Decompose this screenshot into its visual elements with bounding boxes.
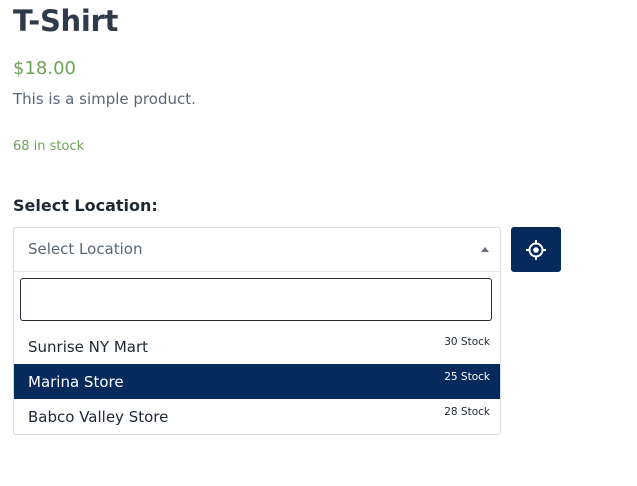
option-name: Sunrise NY Mart (28, 338, 149, 356)
option-name: Babco Valley Store (28, 408, 169, 426)
location-option-sunrise-ny-mart[interactable]: Sunrise NY Mart 30 Stock (14, 329, 500, 364)
product-description: This is a simple product. (13, 90, 196, 108)
location-select: Select Location Sunrise NY Mart 30 Stock… (13, 227, 501, 435)
location-search-input[interactable] (20, 278, 492, 321)
location-select-toggle[interactable]: Select Location (14, 228, 500, 272)
option-stock: 28 Stock (444, 406, 490, 418)
select-location-label: Select Location: (13, 196, 158, 215)
location-option-marina-store[interactable]: Marina Store 25 Stock (14, 364, 500, 399)
caret-up-icon (481, 247, 489, 252)
stock-status: 68 in stock (13, 139, 85, 154)
product-price: $18.00 (13, 58, 76, 79)
option-stock: 30 Stock (444, 336, 490, 348)
location-option-babco-valley-store[interactable]: Babco Valley Store 28 Stock (14, 399, 500, 434)
location-select-placeholder: Select Location (28, 240, 143, 258)
option-stock: 25 Stock (444, 371, 490, 383)
product-title: T-Shirt (13, 4, 119, 38)
crosshair-icon (526, 240, 546, 260)
option-name: Marina Store (28, 373, 124, 391)
locate-me-button[interactable] (511, 227, 561, 272)
